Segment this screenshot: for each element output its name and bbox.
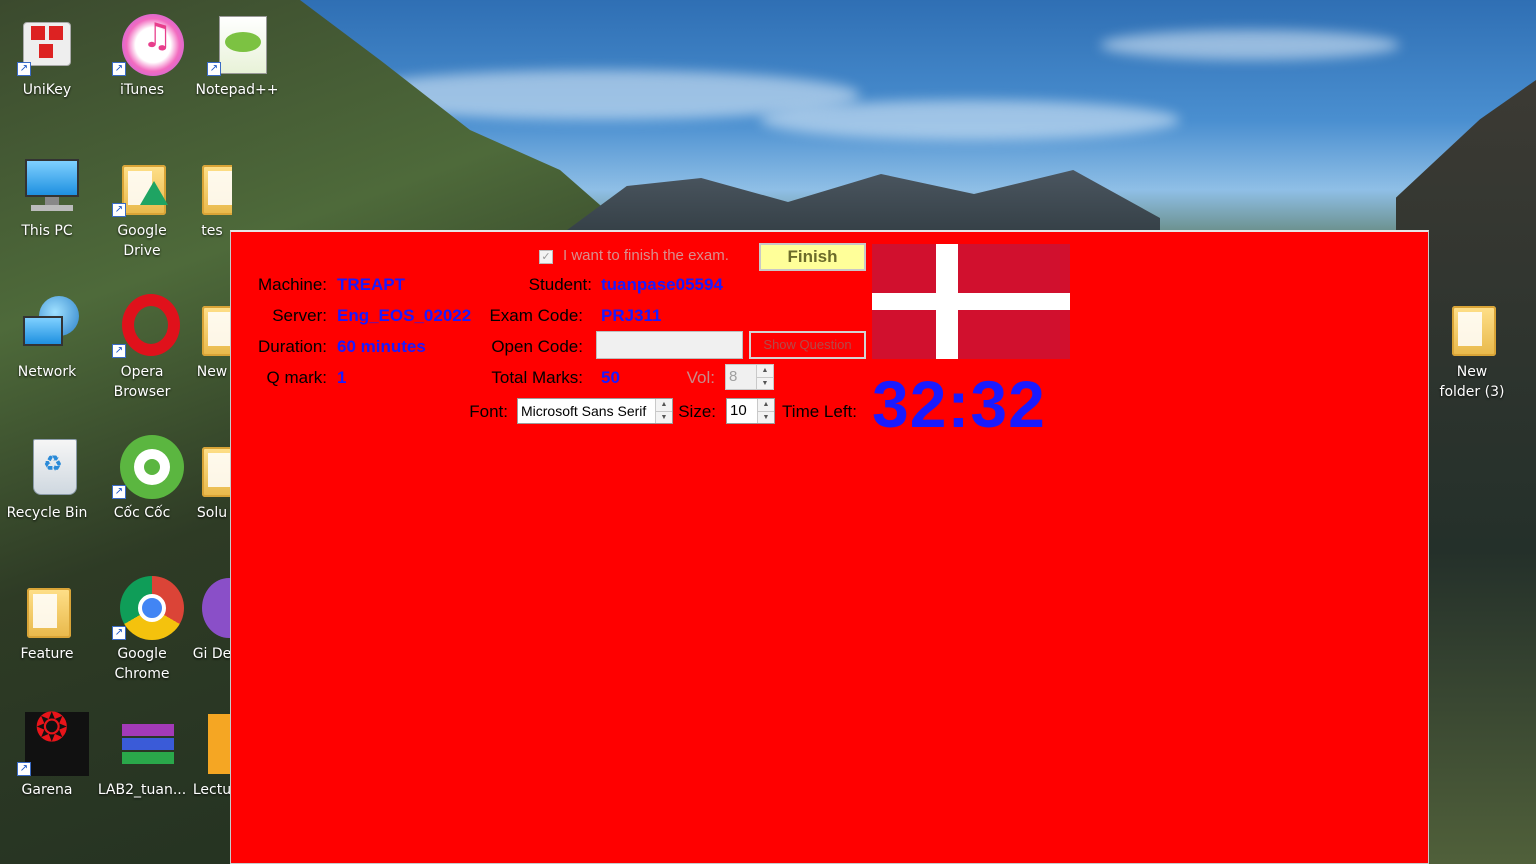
desktop-icon-garena[interactable]: ❂ ↗ Garena: [2, 708, 92, 800]
folder-icon: [17, 576, 77, 640]
down-arrow-icon[interactable]: ▼: [656, 411, 672, 423]
icon-label: UniKey: [22, 82, 72, 98]
font-value: Microsoft Sans Serif: [521, 403, 647, 419]
icon-label: tes: [201, 223, 223, 239]
time-left-countdown: 32:32: [872, 367, 1046, 441]
icon-label: Google Chrome: [114, 646, 170, 682]
exam-client-window: ✓ I want to finish the exam. Finish Mach…: [230, 230, 1429, 864]
desktop-icon-new-folder-3[interactable]: New folder (3): [1427, 294, 1517, 402]
up-arrow-icon[interactable]: ▲: [758, 399, 774, 411]
unikey-icon: ↗: [17, 12, 77, 76]
desktop-icon-notepadpp[interactable]: ↗ Notepad++: [192, 12, 282, 100]
folder-icon: [1442, 294, 1502, 358]
icon-label: Recycle Bin: [6, 505, 88, 521]
duration-value: 60 minutes: [337, 337, 426, 356]
down-arrow-icon[interactable]: ▼: [757, 377, 773, 389]
machine-label: Machine:: [258, 275, 327, 294]
finish-exam-checkbox-label: I want to finish the exam.: [563, 247, 729, 264]
icon-label: Network: [17, 364, 77, 380]
desktop-icon-lectu[interactable]: Lectu: [192, 712, 232, 800]
machine-value: TREAPT: [337, 275, 405, 294]
size-stepper[interactable]: 10 ▲ ▼: [726, 398, 775, 424]
denmark-flag-icon: [872, 244, 1070, 359]
time-left-label: Time Left:: [782, 402, 857, 421]
icon-label: New: [196, 364, 228, 380]
folder-icon: [192, 435, 232, 499]
icon-label: Lectu: [192, 782, 232, 798]
vol-value: 8: [729, 368, 738, 385]
icon-label: Garena: [21, 782, 73, 798]
vol-label: Vol:: [686, 368, 715, 387]
server-label: Server:: [272, 306, 327, 325]
open-code-label: Open Code:: [491, 337, 583, 356]
vol-stepper[interactable]: 8 ▲ ▼: [725, 364, 774, 390]
exam-code-label: Exam Code:: [489, 306, 583, 325]
finish-exam-checkbox[interactable]: ✓: [539, 250, 553, 264]
desktop-icon-this-pc[interactable]: This PC: [2, 153, 92, 241]
font-label: Font:: [469, 402, 508, 421]
desktop-icon-coc-coc[interactable]: ↗ Cốc Cốc: [97, 435, 187, 523]
icon-label: Feature: [20, 646, 74, 662]
desktop-icon-feature[interactable]: Feature: [2, 576, 92, 664]
student-label: Student:: [528, 275, 592, 294]
desktop-icon-unikey[interactable]: ↗ UniKey: [2, 12, 92, 100]
down-arrow-icon[interactable]: ▼: [758, 411, 774, 423]
chrome-icon: ↗: [112, 576, 184, 640]
desktop-icon-solu[interactable]: Solu: [192, 435, 232, 523]
icon-label: iTunes: [120, 82, 164, 98]
desktop-icon-lab2[interactable]: LAB2_tuan...: [97, 712, 187, 800]
icon-label: Cốc Cốc: [113, 505, 171, 521]
desktop-icon-itunes[interactable]: ♫ ↗ iTunes: [97, 12, 187, 100]
q-mark-value: 1: [337, 368, 347, 387]
coc-coc-icon: ↗: [112, 435, 184, 499]
monitor-icon: [17, 153, 79, 217]
folder-icon: [192, 294, 232, 358]
icon-label: Gi De: [192, 646, 232, 662]
up-arrow-icon[interactable]: ▲: [656, 399, 672, 411]
garena-icon: ❂ ↗: [17, 708, 89, 776]
icon-label: Opera Browser: [113, 364, 171, 400]
size-label: Size:: [678, 402, 716, 421]
server-value: Eng_EOS_02022: [337, 306, 472, 325]
q-mark-label: Q mark:: [266, 368, 327, 387]
total-marks-label: Total Marks:: [491, 368, 583, 387]
winrar-icon: [112, 712, 174, 776]
font-stepper[interactable]: Microsoft Sans Serif ▲ ▼: [517, 398, 673, 424]
open-code-input[interactable]: [596, 331, 743, 359]
exam-code-value: PRJ311: [601, 306, 662, 325]
desktop-icon-google-drive[interactable]: ↗ Google Drive: [97, 153, 187, 261]
desktop-icon-gi-de[interactable]: Gi De: [192, 576, 232, 664]
network-icon: [17, 294, 79, 358]
opera-icon: ↗: [112, 294, 180, 358]
up-arrow-icon[interactable]: ▲: [757, 365, 773, 377]
total-marks-value: 50: [601, 368, 620, 387]
duration-label: Duration:: [258, 337, 327, 356]
show-question-button[interactable]: Show Question: [749, 331, 866, 359]
student-value: tuanpase05594: [601, 275, 723, 294]
desktop-icon-network[interactable]: Network: [2, 294, 92, 382]
finish-button[interactable]: Finish: [759, 243, 866, 271]
notepadpp-icon: ↗: [207, 12, 267, 76]
github-desktop-icon: [192, 576, 232, 640]
icon-label: New folder (3): [1439, 364, 1505, 400]
folder-icon: [192, 153, 232, 217]
itunes-icon: ♫ ↗: [112, 12, 184, 76]
desktop-icon-new[interactable]: New: [192, 294, 232, 382]
size-value: 10: [730, 402, 747, 419]
icon-label: This PC: [21, 223, 73, 239]
desktop-icon-opera[interactable]: ↗ Opera Browser: [97, 294, 187, 402]
google-drive-icon: ↗: [112, 153, 172, 217]
desktop-icon-google-chrome[interactable]: ↗ Google Chrome: [97, 576, 187, 684]
icon-label: LAB2_tuan...: [97, 782, 187, 798]
recycle-bin-icon: ♻: [17, 435, 77, 499]
icon-label: Notepad++: [195, 82, 279, 98]
desktop-icon-recycle-bin[interactable]: ♻ Recycle Bin: [2, 435, 92, 523]
icon-label: Google Drive: [117, 223, 167, 259]
desktop-icon-tes[interactable]: tes: [192, 153, 232, 241]
document-icon: [192, 712, 232, 776]
icon-label: Solu: [196, 505, 228, 521]
